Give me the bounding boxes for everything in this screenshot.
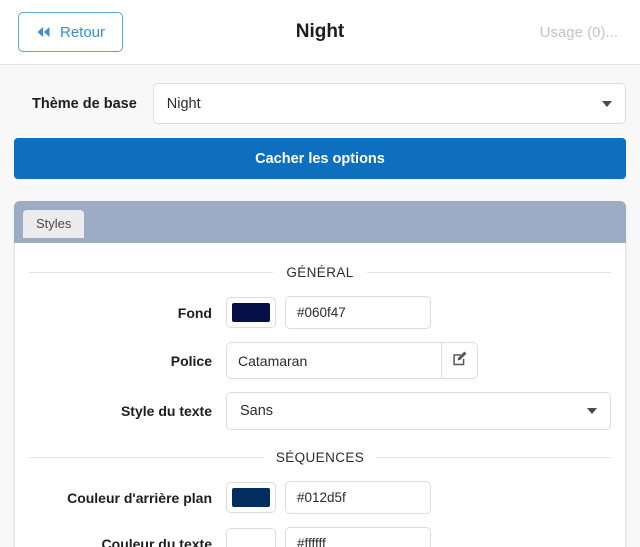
base-theme-row: Thème de base Night [0, 65, 640, 124]
color-swatch-preview [232, 303, 270, 322]
chevron-down-icon [587, 408, 597, 414]
field-row-couleur-arriere-plan: Couleur d'arrière plan #012d5f [29, 481, 611, 514]
base-theme-label: Thème de base [32, 95, 137, 112]
field-row-couleur-du-texte: Couleur du texte #ffffff [29, 527, 611, 547]
field-label-police: Police [170, 352, 212, 369]
color-swatch-couleur-arriere-plan[interactable] [226, 482, 276, 513]
edit-pencil-icon [451, 350, 468, 372]
hex-input-fond[interactable]: #060f47 [285, 296, 431, 329]
section-legend-sequences: SÉQUENCES [29, 450, 611, 465]
chevron-down-icon [602, 100, 612, 107]
font-name-input[interactable]: Catamaran [226, 342, 441, 379]
base-theme-value: Night [166, 95, 201, 112]
color-swatch-couleur-du-texte[interactable] [226, 528, 276, 547]
field-label-couleur-du-texte: Couleur du texte [101, 535, 212, 547]
field-label-style-du-texte: Style du texte [120, 403, 212, 419]
field-label-couleur-arriere-plan: Couleur d'arrière plan [67, 489, 212, 506]
field-row-style-du-texte: Style du texte Sans [29, 392, 611, 430]
color-swatch-preview [232, 534, 270, 547]
toggle-options-button[interactable]: Cacher les options [14, 138, 626, 179]
back-button-label: Retour [60, 23, 106, 41]
hex-input-couleur-du-texte[interactable]: #ffffff [285, 527, 431, 547]
panel-body: GÉNÉRAL Fond #060f47 Police Catamaran St… [14, 243, 626, 547]
field-row-fond: Fond #060f47 [29, 296, 611, 329]
section-legend-general-text: GÉNÉRAL [286, 265, 354, 280]
color-swatch-fond[interactable] [226, 297, 276, 328]
top-header-bar: Retour Night Usage (0)... [0, 0, 640, 65]
hex-input-couleur-arriere-plan[interactable]: #012d5f [285, 481, 431, 514]
back-button[interactable]: Retour [18, 12, 124, 52]
panel-tab-bar: Styles [14, 201, 626, 243]
field-label-fond: Fond [177, 304, 212, 321]
tab-styles[interactable]: Styles [23, 210, 85, 238]
base-theme-select[interactable]: Night [152, 83, 626, 124]
text-style-select[interactable]: Sans [226, 392, 611, 430]
field-row-police: Police Catamaran [29, 342, 611, 379]
section-legend-general: GÉNÉRAL [29, 265, 611, 280]
styles-panel: Styles GÉNÉRAL Fond #060f47 Police Catam… [14, 201, 626, 547]
edit-font-button[interactable] [441, 342, 478, 379]
rewind-double-left-icon [36, 26, 51, 38]
text-style-value: Sans [240, 403, 274, 419]
color-swatch-preview [232, 488, 270, 507]
usage-link[interactable]: Usage (0)... [540, 24, 622, 41]
section-legend-sequences-text: SÉQUENCES [275, 450, 365, 465]
